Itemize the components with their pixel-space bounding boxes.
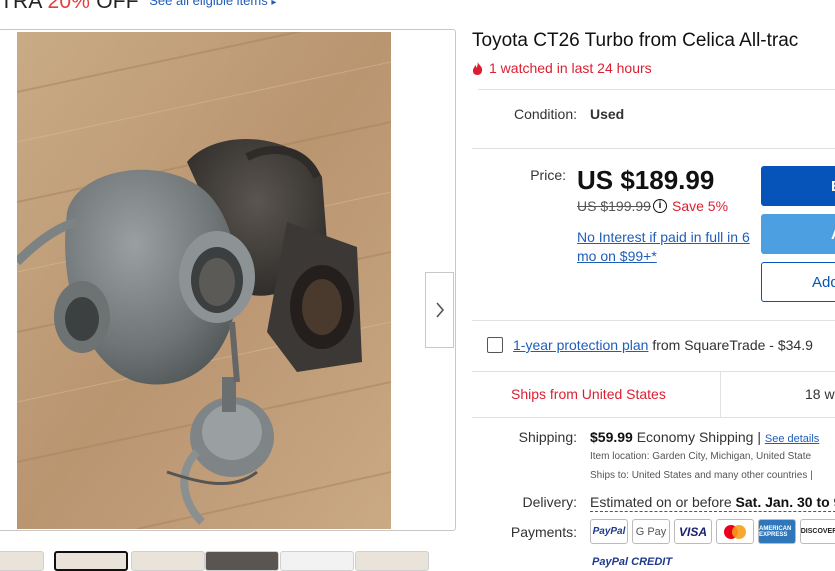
main-product-photo[interactable] bbox=[17, 32, 391, 529]
visa-icon: VISA bbox=[674, 519, 712, 544]
buy-it-now-button[interactable]: Buy It Now bbox=[761, 166, 835, 206]
shipping-label: Shipping: bbox=[518, 429, 577, 445]
shipping-cost: $59.99 bbox=[590, 429, 633, 445]
delivery-text: Estimated on or before bbox=[590, 494, 732, 510]
condition-label: Condition: bbox=[513, 106, 577, 122]
item-title: Toyota CT26 Turbo from Celica All-trac bbox=[472, 30, 799, 51]
save-percent: Save 5% bbox=[672, 198, 729, 214]
was-price: US $199.99 bbox=[577, 198, 651, 214]
ships-from: Ships from United States bbox=[511, 386, 666, 402]
delivery-label: Delivery: bbox=[522, 494, 577, 510]
thumbnail[interactable] bbox=[205, 551, 279, 571]
add-to-watchlist-button[interactable]: Add to Watchlist bbox=[761, 262, 835, 302]
thumbnail-selected[interactable] bbox=[54, 551, 128, 571]
watch-notice-text: 1 watched in last 24 hours bbox=[489, 60, 652, 76]
delivery-date: Sat. Jan. 30 to 9 bbox=[735, 494, 835, 510]
financing-link[interactable]: No Interest if paid in full in 6 mo on $… bbox=[577, 228, 762, 266]
payment-methods: PayPal G Pay VISA AMERICAN EXPRESS DISCO… bbox=[590, 519, 835, 545]
thumbnail-strip bbox=[0, 551, 430, 571]
promo-banner: TRA 20% OFF See all eligible items ▸ bbox=[0, 0, 460, 13]
protection-plan-text: from SquareTrade - $34.9 bbox=[652, 337, 813, 353]
paypal-icon: PayPal bbox=[590, 519, 628, 544]
add-to-cart-button[interactable]: Add to cart bbox=[761, 214, 835, 254]
item-location: Item location: Garden City, Michigan, Un… bbox=[590, 451, 812, 462]
watchers-count: 18 wa bbox=[805, 386, 835, 402]
divider bbox=[472, 417, 835, 418]
delivery-estimate: Estimated on or before Sat. Jan. 30 to 9 bbox=[590, 494, 835, 512]
ships-to: Ships to: United States and many other c… bbox=[590, 470, 813, 481]
promo-headline: TRA 20% OFF bbox=[0, 0, 139, 13]
next-image-button[interactable] bbox=[425, 272, 454, 348]
paypal-credit-icon: PayPal CREDIT bbox=[592, 556, 673, 568]
divider bbox=[472, 371, 835, 372]
amex-icon: AMERICAN EXPRESS bbox=[758, 519, 796, 544]
thumbnail[interactable] bbox=[355, 551, 429, 571]
protection-plan-link[interactable]: 1-year protection plan bbox=[513, 337, 648, 353]
chevron-right-icon bbox=[435, 302, 444, 318]
divider bbox=[472, 148, 835, 149]
image-gallery bbox=[0, 29, 456, 531]
thumbnail[interactable] bbox=[0, 551, 44, 571]
price-label: Price: bbox=[530, 167, 566, 183]
condition-value: Used bbox=[590, 106, 625, 122]
google-pay-icon: G Pay bbox=[632, 519, 670, 544]
see-eligible-items-link[interactable]: See all eligible items ▸ bbox=[149, 0, 276, 8]
protection-plan: 1-year protection plan from SquareTrade … bbox=[513, 337, 813, 353]
shipping-value: $59.99 Economy Shipping | See details bbox=[590, 429, 819, 445]
mastercard-icon bbox=[716, 519, 754, 544]
divider bbox=[472, 320, 835, 321]
payments-label: Payments: bbox=[510, 524, 577, 540]
divider bbox=[720, 372, 721, 417]
thumbnail[interactable] bbox=[131, 551, 205, 571]
discover-icon: DISCOVER bbox=[800, 519, 835, 544]
price: US $189.99 bbox=[577, 165, 715, 195]
watch-notice: 1 watched in last 24 hours bbox=[472, 60, 652, 78]
see-details-link[interactable]: See details bbox=[765, 433, 819, 445]
shipping-method: Economy Shipping | bbox=[636, 429, 761, 445]
divider bbox=[478, 89, 835, 90]
thumbnail[interactable] bbox=[280, 551, 354, 571]
info-icon[interactable]: i bbox=[653, 199, 667, 213]
protection-plan-checkbox[interactable] bbox=[487, 337, 503, 353]
fire-icon bbox=[472, 62, 484, 78]
